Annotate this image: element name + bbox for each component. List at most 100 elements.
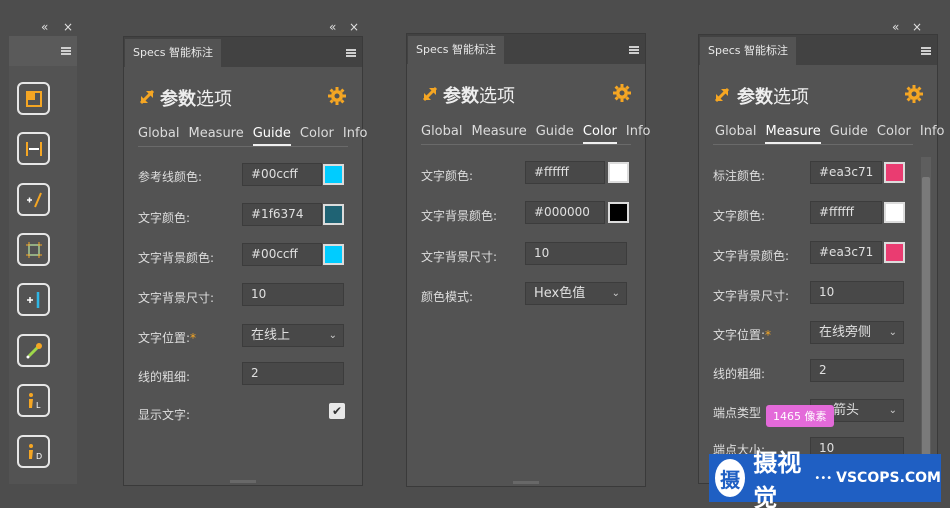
text-position-select[interactable]: 在线上 ⌄: [242, 324, 344, 347]
info-l-button[interactable]: L: [17, 384, 50, 417]
text-bg-size-field[interactable]: 10: [810, 281, 904, 304]
panel-color: Specs 智能标注 参数选项 Global Measure Guide Color I…: [406, 33, 650, 487]
panel-menu-icon[interactable]: [346, 48, 356, 58]
text-color-field[interactable]: #ffffff: [525, 161, 605, 184]
tab-measure[interactable]: Measure: [765, 124, 821, 144]
svg-text:D: D: [36, 452, 42, 461]
mark-color-swatch[interactable]: [884, 162, 905, 183]
tab-global[interactable]: Global: [138, 126, 179, 144]
text-bg-color-field[interactable]: #ea3c71: [810, 241, 882, 264]
tab-guide[interactable]: Guide: [252, 126, 291, 146]
text-bg-size-label: 文字背景尺寸:: [421, 250, 498, 264]
tab-guide[interactable]: Guide: [830, 124, 868, 142]
text-bg-size-label: 文字背景尺寸:: [713, 289, 790, 303]
tab-color[interactable]: Color: [300, 126, 334, 144]
text-bg-size-field[interactable]: 10: [525, 242, 627, 265]
nav-divider: [421, 144, 631, 145]
text-color-field[interactable]: #ffffff: [810, 201, 882, 224]
artboard-button[interactable]: [17, 82, 50, 115]
tab-guide[interactable]: Guide: [536, 124, 574, 142]
tab-info[interactable]: Info: [920, 124, 945, 142]
text-bg-color-field[interactable]: #000000: [525, 201, 605, 224]
text-color-swatch[interactable]: [323, 204, 344, 225]
measure-tooltip: 1465 像素: [766, 405, 834, 427]
text-color-swatch[interactable]: [884, 202, 905, 223]
tab-info[interactable]: Info: [343, 126, 368, 144]
crop-select-button[interactable]: [17, 233, 50, 266]
show-text-checkbox[interactable]: ✔: [329, 403, 345, 419]
close-icon[interactable]: ×: [349, 20, 359, 34]
gear-icon[interactable]: [904, 84, 924, 104]
mark-color-field[interactable]: #ea3c71: [810, 161, 882, 184]
info-d-button[interactable]: D: [17, 435, 50, 468]
text-color-label: 文字颜色:: [421, 169, 474, 183]
brand-name: 摄视觉: [753, 449, 802, 508]
crop-select-icon: [25, 241, 42, 258]
panel-measure: Specs 智能标注 参数选项 Global Measure Guide Color I…: [698, 34, 944, 485]
text-bg-color-swatch[interactable]: [323, 244, 344, 265]
tab-measure[interactable]: Measure: [471, 124, 526, 142]
plus-slash-icon: [26, 192, 42, 207]
color-mode-select[interactable]: Hex色值 ⌄: [525, 282, 627, 305]
text-bg-size-field[interactable]: 10: [242, 283, 344, 306]
collapse-icon[interactable]: «: [329, 20, 336, 34]
plus-guide-button[interactable]: [17, 283, 50, 316]
panel-tabbar: Specs 智能标注: [407, 34, 645, 64]
panel-menu-icon[interactable]: [629, 45, 639, 55]
brand-dots: •••: [814, 472, 833, 484]
tab-info[interactable]: Info: [626, 124, 651, 142]
plus-slash-button[interactable]: [17, 183, 50, 216]
color-mode-label: 颜色模式:: [421, 290, 474, 304]
text-color-swatch[interactable]: [608, 162, 629, 183]
collapse-icon[interactable]: «: [41, 20, 48, 34]
line-width-field[interactable]: 2: [810, 359, 904, 382]
resize-arrow-icon: [422, 86, 438, 102]
text-bg-color-swatch[interactable]: [608, 202, 629, 223]
guide-color-swatch[interactable]: [323, 164, 344, 185]
collapse-icon[interactable]: «: [892, 20, 899, 34]
close-icon[interactable]: ×: [63, 20, 73, 34]
close-icon[interactable]: ×: [912, 20, 922, 34]
resize-grip[interactable]: [230, 480, 256, 483]
chevron-down-icon: ⌄: [611, 288, 620, 299]
tab-measure[interactable]: Measure: [188, 126, 243, 144]
gear-icon[interactable]: [612, 83, 632, 103]
text-color-label: 文字颜色:: [138, 211, 191, 225]
guide-color-field[interactable]: #00ccff: [242, 163, 322, 186]
text-bg-color-field[interactable]: #00ccff: [242, 243, 322, 266]
plus-guide-icon: [26, 291, 39, 308]
eyedropper-button[interactable]: [17, 334, 50, 367]
tab-color[interactable]: Color: [877, 124, 911, 142]
tab-color[interactable]: Color: [582, 124, 617, 144]
text-bg-color-label: 文字背景颜色:: [138, 251, 215, 265]
text-position-select[interactable]: 在线旁侧 ⌄: [810, 321, 904, 344]
tab-specs[interactable]: Specs 智能标注: [700, 37, 797, 65]
panel-guide: Specs 智能标注 参数选项 Global Measure Guide Color I…: [123, 36, 367, 486]
line-width-field[interactable]: 2: [242, 362, 344, 385]
tab-global[interactable]: Global: [421, 124, 462, 142]
tab-specs[interactable]: Specs 智能标注: [408, 36, 505, 64]
panel-tabbar: Specs 智能标注: [124, 37, 362, 67]
artboard-icon: [25, 90, 42, 107]
scrollbar-thumb[interactable]: [922, 177, 930, 457]
nav-tabs: Global Measure Guide Color Info: [138, 126, 376, 146]
panel-menu-icon[interactable]: [921, 46, 931, 56]
page-title: 参数选项: [443, 86, 515, 107]
info-l-icon: L: [28, 392, 41, 410]
measure-width-icon: [25, 141, 42, 156]
resize-grip[interactable]: [513, 481, 539, 484]
scrollbar[interactable]: [921, 157, 931, 485]
line-width-label: 线的粗细:: [138, 370, 191, 384]
gear-icon[interactable]: [327, 86, 347, 106]
text-bg-color-swatch[interactable]: [884, 242, 905, 263]
measure-width-button[interactable]: [17, 132, 50, 165]
text-bg-color-label: 文字背景颜色:: [421, 209, 498, 223]
tab-global[interactable]: Global: [715, 124, 756, 142]
tab-specs[interactable]: Specs 智能标注: [125, 39, 222, 67]
chevron-down-icon: ⌄: [328, 330, 337, 341]
text-color-field[interactable]: #1f6374: [242, 203, 322, 226]
text-position-label: 文字位置:*: [713, 328, 772, 342]
guide-color-label: 参考线颜色:: [138, 170, 203, 184]
panel-menu-icon[interactable]: [61, 46, 71, 56]
nav-divider: [138, 146, 348, 147]
